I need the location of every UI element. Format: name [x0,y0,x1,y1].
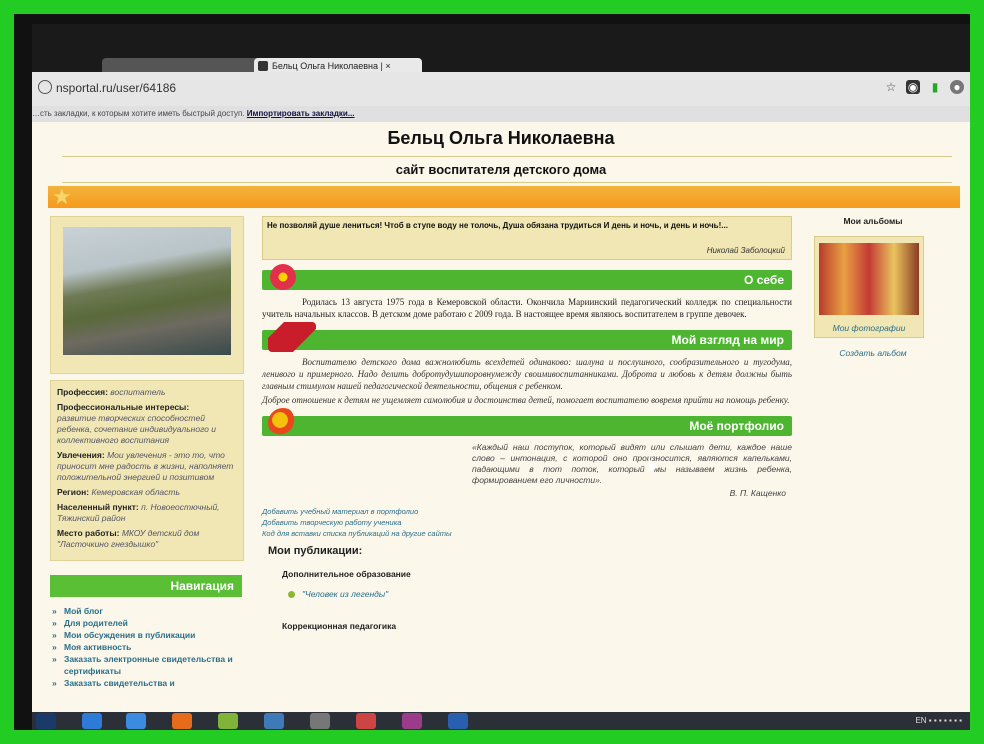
firefox-icon[interactable] [172,713,192,729]
winrar-icon[interactable] [402,713,422,729]
epigraph-text: Не позволяй душе лениться! Чтоб в ступе … [267,221,728,230]
site-subtitle: сайт воспитателя детского дома [395,162,607,177]
section-view-title: Мой взгляд на мир [671,333,785,347]
site-title: Бельц Ольга Николаевна [387,128,615,148]
web-page: Бельц Ольга Николаевна сайт воспитателя … [32,122,970,712]
media-player-icon[interactable] [126,713,146,729]
epigraph-author: Николай Заболоцкий [706,246,785,255]
profile-info: Профессия: воспитатель Профессиональные … [50,380,244,561]
language-indicator[interactable]: EN [915,716,926,725]
section-about-header: О себе [262,262,792,292]
bookmarks-bar: …сть закладки, к которым хотите иметь бы… [32,106,970,122]
toys-icon [268,408,298,438]
explorer-icon[interactable] [310,713,330,729]
ie-icon[interactable] [82,713,102,729]
globe-icon [38,80,52,94]
app-icon[interactable] [218,713,238,729]
work-label: Место работы: [57,528,120,538]
create-album-link[interactable]: Создать альбом [814,348,932,358]
section-about-title: О себе [744,273,784,287]
opera-icon[interactable] [264,713,284,729]
word-icon[interactable] [448,713,468,729]
right-sidebar: Мои альбомы Мои фотографии Создать альбо… [814,216,932,358]
photo-frame: Бельц Ольга Николаевна | × nsportal.ru/u… [14,14,970,730]
publication-category[interactable]: Дополнительное образование [282,569,792,579]
main-content: Не позволяй душе лениться! Чтоб в ступе … [262,216,792,716]
start-button-icon[interactable] [36,713,56,729]
signal-icon[interactable]: ▮ [928,80,942,94]
tab-title: Бельц Ольга Николаевна | × [272,61,391,71]
about-text: Родилась 13 августа 1975 года в Кемеровс… [262,297,792,319]
left-sidebar: Профессия: воспитатель Профессиональные … [50,216,244,716]
portfolio-links: Добавить учебный материал в портфолио До… [262,506,792,539]
book-icon [268,322,316,352]
profile-photo [63,227,231,355]
bullet-icon [288,591,295,598]
site-favicon-icon [258,61,268,71]
windows-taskbar: EN ▪ ▪ ▪ ▪ ▪ ▪ ▪ [32,712,970,730]
section-view-header: Мой взгляд на мир [262,322,792,352]
albums-title: Мои альбомы [843,216,903,226]
nav-item-blog[interactable]: Мой блог [50,605,242,617]
divider [62,182,952,183]
system-tray: EN ▪ ▪ ▪ ▪ ▪ ▪ ▪ [915,716,962,725]
star-icon: ★ [52,184,72,209]
extension-icon[interactable]: ◉ [906,80,920,94]
portfolio-quote-author: В. П. Кащенко [729,488,786,498]
profession-label: Профессия: [57,387,108,397]
nav-item-discussions[interactable]: Мои обсуждения в публикации [50,629,242,641]
monitor-screen: Бельц Ольга Николаевна | × nsportal.ru/u… [32,24,970,730]
publication-item[interactable]: "Человек из легенды" [288,589,792,599]
address-text: nsportal.ru/user/64186 [56,81,177,95]
region-label: Регион: [57,487,90,497]
browser-tab-bar: Бельц Ольга Николаевна | × [32,24,970,74]
profile-photo-frame [50,216,244,374]
star-bookmark-icon[interactable]: ☆ [884,80,898,94]
browser-toolbar: nsportal.ru/user/64186 ☆ ◉ ▮ ● [32,72,970,106]
publication-item-label: "Человек из легенды" [302,589,389,599]
epigraph-box: Не позволяй душе лениться! Чтоб в ступе … [262,216,792,260]
address-bar[interactable]: nsportal.ru/user/64186 [34,78,854,98]
embed-code-link[interactable]: Код для вставки списка публикаций на дру… [262,528,792,539]
header-banner: ★ [48,186,960,208]
album-card[interactable]: Мои фотографии [814,236,924,338]
album-cover-image[interactable] [819,243,919,315]
view-text-2: Доброе отношение к детям не ущемляет сам… [262,395,790,405]
toolbar-icons: ☆ ◉ ▮ ● [884,80,964,94]
menu-icon[interactable]: ● [950,80,964,94]
section-portfolio-header: Моё портфолио [262,408,792,438]
navigation-heading: Навигация [50,575,242,597]
nav-item-parents[interactable]: Для родителей [50,617,242,629]
divider [62,156,952,157]
interests-label: Профессиональные интересы: [57,402,190,412]
navigation-list: Мой блог Для родителей Мои обсуждения в … [50,605,242,689]
album-caption[interactable]: Мои фотографии [815,323,923,333]
powerpoint-icon[interactable] [356,713,376,729]
bookmarks-hint: …сть закладки, к которым хотите иметь бы… [32,109,247,118]
locality-label: Населенный пункт: [57,502,139,512]
publication-category[interactable]: Коррекционная педагогика [282,621,792,631]
publications-title: Мои публикации: [268,545,363,557]
region-value: Кемеровская область [91,487,180,497]
view-text-1: Воспитателю детского дома важнолюбить вс… [262,357,792,391]
profession-value: воспитатель [110,387,166,397]
flower-icon [268,262,298,292]
hobbies-label: Увлечения: [57,450,105,460]
nav-item-order-diplomas[interactable]: Заказать свидетельства и [50,677,242,689]
section-portfolio-title: Моё портфолио [689,419,784,433]
nav-item-order-certificates[interactable]: Заказать электронные свидетельства и сер… [50,653,242,677]
interests-value: развитие творческих способностей ребенка… [57,413,216,445]
add-material-link[interactable]: Добавить учебный материал в портфолио [262,506,792,517]
add-student-work-link[interactable]: Добавить творческую работу ученика [262,517,792,528]
nav-item-activity[interactable]: Моя активность [50,641,242,653]
portfolio-quote: «Каждый наш поступок, который видят или … [472,442,792,485]
import-bookmarks-link[interactable]: Импортировать закладки... [247,109,355,118]
